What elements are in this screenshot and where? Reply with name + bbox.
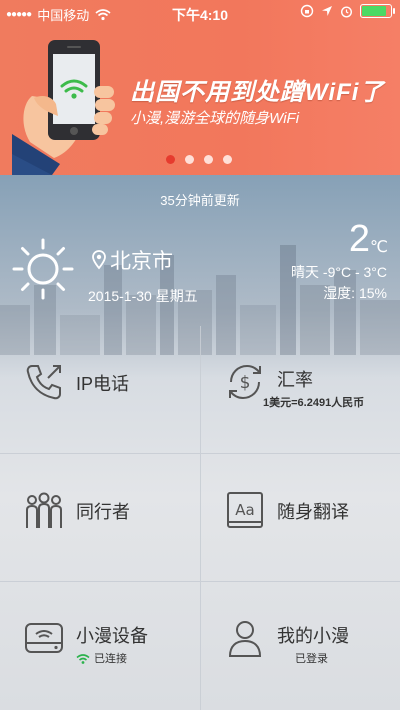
router-icon [25, 623, 63, 653]
svg-text:$: $ [240, 373, 251, 393]
city-name: 北京市 [110, 250, 173, 273]
main-content: 35分钟前更新 北京市 2015-1-30 星期五 2 ℃ 晴天 -9°C - … [0, 175, 400, 710]
my-account-status: 已登录 [295, 653, 328, 665]
banner-title: 出国不用到处蹭WiFi了 [130, 79, 385, 106]
weather-condition-range: 晴天 -9°C - 3°C [291, 264, 387, 280]
device-status-text: 已连接 [94, 653, 127, 665]
group-icon [26, 492, 62, 528]
battery-icon [360, 4, 395, 18]
exchange-rate-tile[interactable]: $ 汇率 1美元=6.2491人民币 [200, 326, 400, 454]
wifi-icon [76, 654, 90, 664]
weather-city[interactable]: 北京市 [92, 245, 173, 275]
ip-phone-tile[interactable]: IP电话 [0, 326, 200, 454]
svg-text:Aa: Aa [235, 501, 254, 519]
temperature-value: 2 [348, 218, 371, 260]
my-account-label: 我的小漫 [277, 626, 349, 646]
sun-icon [12, 238, 74, 300]
pager-dot-3[interactable] [204, 155, 213, 164]
weather-humidity: 湿度: 15% [323, 285, 387, 301]
ip-phone-label: IP电话 [76, 374, 130, 394]
translate-label: 随身翻译 [277, 502, 349, 522]
location-arrow-icon [322, 6, 332, 16]
weather-update-note: 35分钟前更新 [160, 193, 240, 208]
banner-subtitle: 小漫,漫游全球的随身WiFi [130, 110, 300, 127]
my-account-tile[interactable]: 我的小漫 已登录 [200, 582, 400, 710]
current-temperature: 2 ℃ [349, 219, 388, 259]
device-status: 已连接 [76, 650, 127, 666]
exchange-rate-detail: 1美元=6.2491人民币 [263, 397, 365, 409]
device-tile[interactable]: 小漫设备 已连接 [0, 582, 200, 710]
alarm-icon [340, 5, 353, 18]
pager-dot-2[interactable] [185, 155, 194, 164]
status-bar: ●●●●● 中国移动 下午4:10 [0, 0, 400, 26]
companions-tile[interactable]: 同行者 [0, 454, 200, 582]
pager-dot-1[interactable] [166, 155, 175, 164]
phone-in-hand-illustration [12, 40, 115, 175]
device-label: 小漫设备 [76, 626, 148, 646]
phone-icon [26, 365, 61, 400]
banner-pager[interactable] [166, 155, 232, 164]
pager-dot-4[interactable] [223, 155, 232, 164]
user-icon [228, 621, 262, 657]
translate-tile[interactable]: Aa 随身翻译 [200, 454, 400, 582]
feature-grid: IP电话 $ 汇率 1美元=6.2491人民币 同行者 Aa 随身翻译 小漫设备… [0, 326, 400, 710]
weather-date: 2015-1-30 星期五 [88, 288, 198, 304]
dictionary-icon: Aa [227, 492, 263, 528]
promo-banner[interactable]: 出国不用到处蹭WiFi了 小漫,漫游全球的随身WiFi [0, 0, 400, 175]
location-pin-icon [92, 250, 106, 270]
rotation-lock-icon [300, 4, 314, 18]
exchange-rate-label: 汇率 [277, 370, 313, 390]
currency-exchange-icon: $ [229, 364, 261, 400]
temperature-unit: ℃ [370, 239, 388, 256]
companions-label: 同行者 [76, 502, 130, 522]
